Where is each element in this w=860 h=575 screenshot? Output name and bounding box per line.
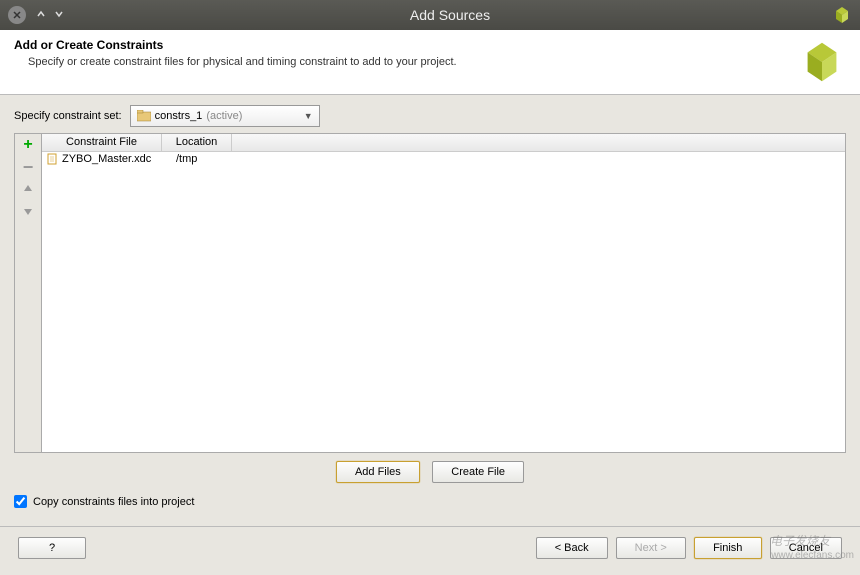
chevron-up-icon[interactable]	[32, 8, 50, 22]
constraint-set-label: Specify constraint set:	[14, 110, 122, 122]
close-icon[interactable]	[8, 6, 26, 24]
copy-files-label: Copy constraints files into project	[33, 496, 194, 508]
folder-icon	[137, 110, 151, 122]
file-toolbar: + −	[15, 134, 41, 452]
row-location: /tmp	[176, 153, 246, 165]
page-title: Add or Create Constraints	[14, 38, 798, 52]
header-section: Add or Create Constraints Specify or cre…	[0, 30, 860, 95]
vivado-logo-icon	[798, 38, 846, 86]
file-list: Constraint File Location ZYBO_Master.xdc…	[41, 134, 845, 452]
list-header: Constraint File Location	[42, 134, 845, 152]
cancel-button[interactable]: Cancel	[770, 537, 842, 559]
add-icon[interactable]: +	[19, 136, 37, 154]
table-row[interactable]: ZYBO_Master.xdc /tmp	[42, 152, 845, 166]
copy-files-checkbox[interactable]	[14, 495, 27, 508]
next-button: Next >	[616, 537, 686, 559]
add-files-button[interactable]: Add Files	[336, 461, 420, 483]
remove-icon[interactable]: −	[19, 158, 37, 176]
constraint-set-dropdown[interactable]: constrs_1(active) ▼	[130, 105, 320, 127]
file-list-area: + − Constraint File Location ZYBO_Master…	[14, 133, 846, 453]
dropdown-arrow-icon: ▼	[304, 111, 313, 121]
column-header-location[interactable]: Location	[162, 134, 232, 151]
chevron-down-icon[interactable]	[50, 8, 68, 22]
constraint-set-value: constrs_1(active)	[155, 110, 304, 122]
column-header-file[interactable]: Constraint File	[42, 134, 162, 151]
window-title: Add Sources	[68, 7, 832, 23]
titlebar: Add Sources	[0, 0, 860, 30]
back-button[interactable]: < Back	[536, 537, 608, 559]
file-icon	[46, 153, 60, 165]
help-button[interactable]: ?	[18, 537, 86, 559]
finish-button[interactable]: Finish	[694, 537, 762, 559]
app-logo-icon	[832, 5, 852, 25]
move-down-icon[interactable]	[19, 202, 37, 220]
footer: ? < Back Next > Finish Cancel	[0, 526, 860, 569]
row-filename: ZYBO_Master.xdc	[62, 153, 176, 165]
create-file-button[interactable]: Create File	[432, 461, 524, 483]
page-description: Specify or create constraint files for p…	[14, 56, 798, 68]
move-up-icon[interactable]	[19, 180, 37, 198]
